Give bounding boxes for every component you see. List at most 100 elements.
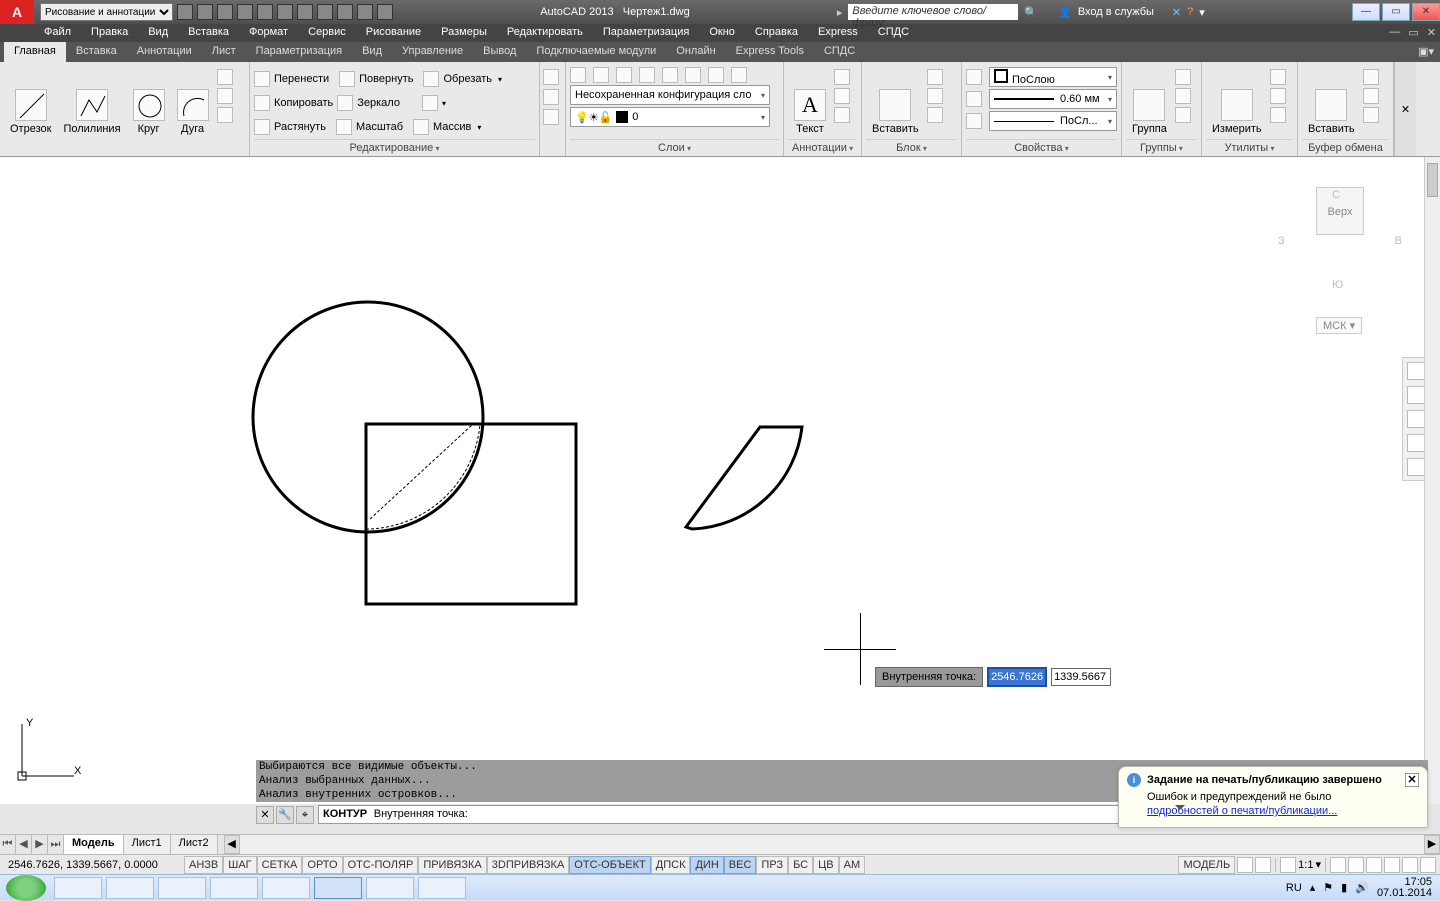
app-logo[interactable]: A [0, 0, 34, 24]
mirror-icon[interactable] [337, 95, 353, 111]
tab-home[interactable]: Главная [4, 42, 66, 62]
tab-parametric[interactable]: Параметризация [246, 42, 352, 62]
qat-redo-icon[interactable] [297, 4, 313, 20]
fillet-dropdown-icon[interactable]: ▾ [442, 99, 446, 108]
layout-tab-1[interactable]: Лист1 [124, 835, 171, 854]
status-toggle-орто[interactable]: ОРТО [302, 856, 342, 874]
tray-flag-icon[interactable]: ⚑ [1323, 881, 1333, 894]
tray-arrow-icon[interactable]: ▴ [1310, 881, 1316, 894]
viewcube[interactable]: С З В Верх Ю МСК ▾ [1270, 167, 1410, 337]
panel-groups-title[interactable]: Группы [1126, 139, 1197, 156]
copy-icon[interactable] [254, 95, 270, 111]
matchprops-icon[interactable] [1363, 107, 1379, 123]
scale-icon[interactable] [336, 119, 352, 135]
signin-label[interactable]: Вход в службы [1078, 6, 1154, 18]
explode-icon[interactable] [543, 89, 559, 105]
list-icon[interactable] [966, 91, 982, 107]
ribbon-collapse-icon[interactable]: ▣▾ [1412, 42, 1440, 62]
menu-format[interactable]: Формат [239, 24, 298, 42]
quick-select-icon[interactable] [1270, 88, 1286, 104]
status-annovis-icon[interactable] [1330, 857, 1346, 873]
nav-fullnav-icon[interactable] [1407, 362, 1425, 380]
taskbar-word-icon[interactable] [210, 877, 258, 899]
menu-spds[interactable]: СПДС [868, 24, 919, 42]
maximize-button[interactable]: ▭ [1382, 3, 1410, 21]
offset-icon[interactable] [543, 109, 559, 125]
canvas-hscroll[interactable]: ◀▶ [224, 835, 1440, 854]
layer-match-icon[interactable] [708, 67, 724, 83]
start-button[interactable] [6, 875, 46, 901]
panel-layers-title[interactable]: Слои [570, 139, 779, 156]
tray-lang[interactable]: RU [1286, 882, 1302, 894]
balloon-close-button[interactable]: ✕ [1405, 773, 1419, 787]
cut-icon[interactable] [1363, 69, 1379, 85]
tab-layout[interactable]: Лист [202, 42, 246, 62]
paste-button[interactable]: Вставить [1302, 65, 1361, 139]
nav-zoom-icon[interactable] [1407, 410, 1425, 428]
status-scale-dropdown-icon[interactable]: ▾ [1315, 858, 1321, 871]
array-label[interactable]: Массив [433, 121, 471, 133]
doc-minimize-icon[interactable]: — [1385, 24, 1404, 42]
mirror-label[interactable]: Зеркало [357, 97, 400, 109]
status-toggle-дин[interactable]: ДИН [690, 856, 723, 874]
status-toggle-привязка[interactable]: ПРИВЯЗКА [418, 856, 486, 874]
doc-close-icon[interactable]: ✕ [1423, 24, 1440, 42]
status-toggle-отс-поляр[interactable]: ОТС-ПОЛЯР [343, 856, 419, 874]
tab-output[interactable]: Вывод [473, 42, 526, 62]
tray-network-icon[interactable]: ▮ [1341, 881, 1347, 894]
close-button[interactable]: ✕ [1412, 3, 1440, 21]
stretch-label[interactable]: Растянуть [274, 121, 326, 133]
linetype-combo[interactable]: ПоСл... [989, 111, 1117, 131]
tab-online[interactable]: Онлайн [666, 42, 725, 62]
dyninput-y[interactable] [1051, 668, 1111, 686]
calc-icon[interactable] [1270, 107, 1286, 123]
doc-restore-icon[interactable]: ▭ [1404, 24, 1422, 42]
panel-block-title[interactable]: Блок [866, 139, 957, 156]
status-layout-icon[interactable] [1255, 857, 1271, 873]
trim-dropdown-icon[interactable]: ▾ [498, 75, 502, 84]
viewcube-east[interactable]: В [1395, 235, 1402, 247]
viewcube-west[interactable]: З [1278, 235, 1285, 247]
measure-button[interactable]: Измерить [1206, 65, 1268, 139]
group-button[interactable]: Группа [1126, 65, 1173, 139]
ungroup-icon[interactable] [1175, 69, 1191, 85]
line-button[interactable]: Отрезок [4, 65, 57, 139]
panel-modify-title[interactable]: Редактирование [254, 139, 535, 156]
status-toggle-шаг[interactable]: ШАГ [223, 856, 256, 874]
select-all-icon[interactable] [1270, 69, 1286, 85]
status-coords[interactable]: 2546.7626, 1339.5667, 0.0000 [4, 859, 184, 871]
tab-express[interactable]: Express Tools [726, 42, 814, 62]
insert-block-button[interactable]: Вставить [866, 65, 925, 139]
trim-icon[interactable] [423, 71, 439, 87]
menu-draw[interactable]: Рисование [356, 24, 431, 42]
rotate-icon[interactable] [339, 71, 355, 87]
tray-clock[interactable]: 17:05 07.01.2014 [1377, 877, 1432, 899]
layout-prev-icon[interactable]: ◀ [16, 835, 32, 854]
array-dropdown-icon[interactable]: ▾ [477, 123, 481, 132]
taskbar-ie-icon[interactable] [366, 877, 414, 899]
arc-button[interactable]: Дуга [171, 65, 215, 139]
rotate-label[interactable]: Повернуть [359, 73, 413, 85]
qat-plot-icon[interactable] [257, 4, 273, 20]
panel-annot-title[interactable]: Аннотации [788, 139, 857, 156]
layer-current-combo[interactable]: 💡 ☀ 🔓 0 [570, 107, 770, 127]
fillet-icon[interactable] [422, 95, 438, 111]
color-combo[interactable]: ПоСлою [989, 67, 1117, 87]
tab-plugins[interactable]: Подключаемые модули [526, 42, 666, 62]
status-toggle-цв[interactable]: ЦВ [813, 856, 838, 874]
rectangle-icon[interactable] [217, 69, 233, 85]
menu-edit[interactable]: Правка [81, 24, 138, 42]
ellipse-icon[interactable] [217, 88, 233, 104]
menu-dimension[interactable]: Размеры [431, 24, 497, 42]
status-annoscale-icon[interactable] [1280, 857, 1296, 873]
hatch-icon[interactable] [217, 107, 233, 123]
qat-open-icon[interactable] [197, 4, 213, 20]
ribbon-close-icon[interactable]: ✕ [1394, 62, 1416, 156]
taskbar-autocad-icon[interactable] [314, 877, 362, 899]
status-isolate-icon[interactable] [1402, 857, 1418, 873]
help-dropdown-icon[interactable]: ▾ [1199, 6, 1205, 19]
erase-icon[interactable] [543, 69, 559, 85]
dyninput-x[interactable] [987, 667, 1047, 687]
layout-last-icon[interactable]: ⏭ [48, 835, 64, 854]
tab-annotations[interactable]: Аннотации [127, 42, 202, 62]
